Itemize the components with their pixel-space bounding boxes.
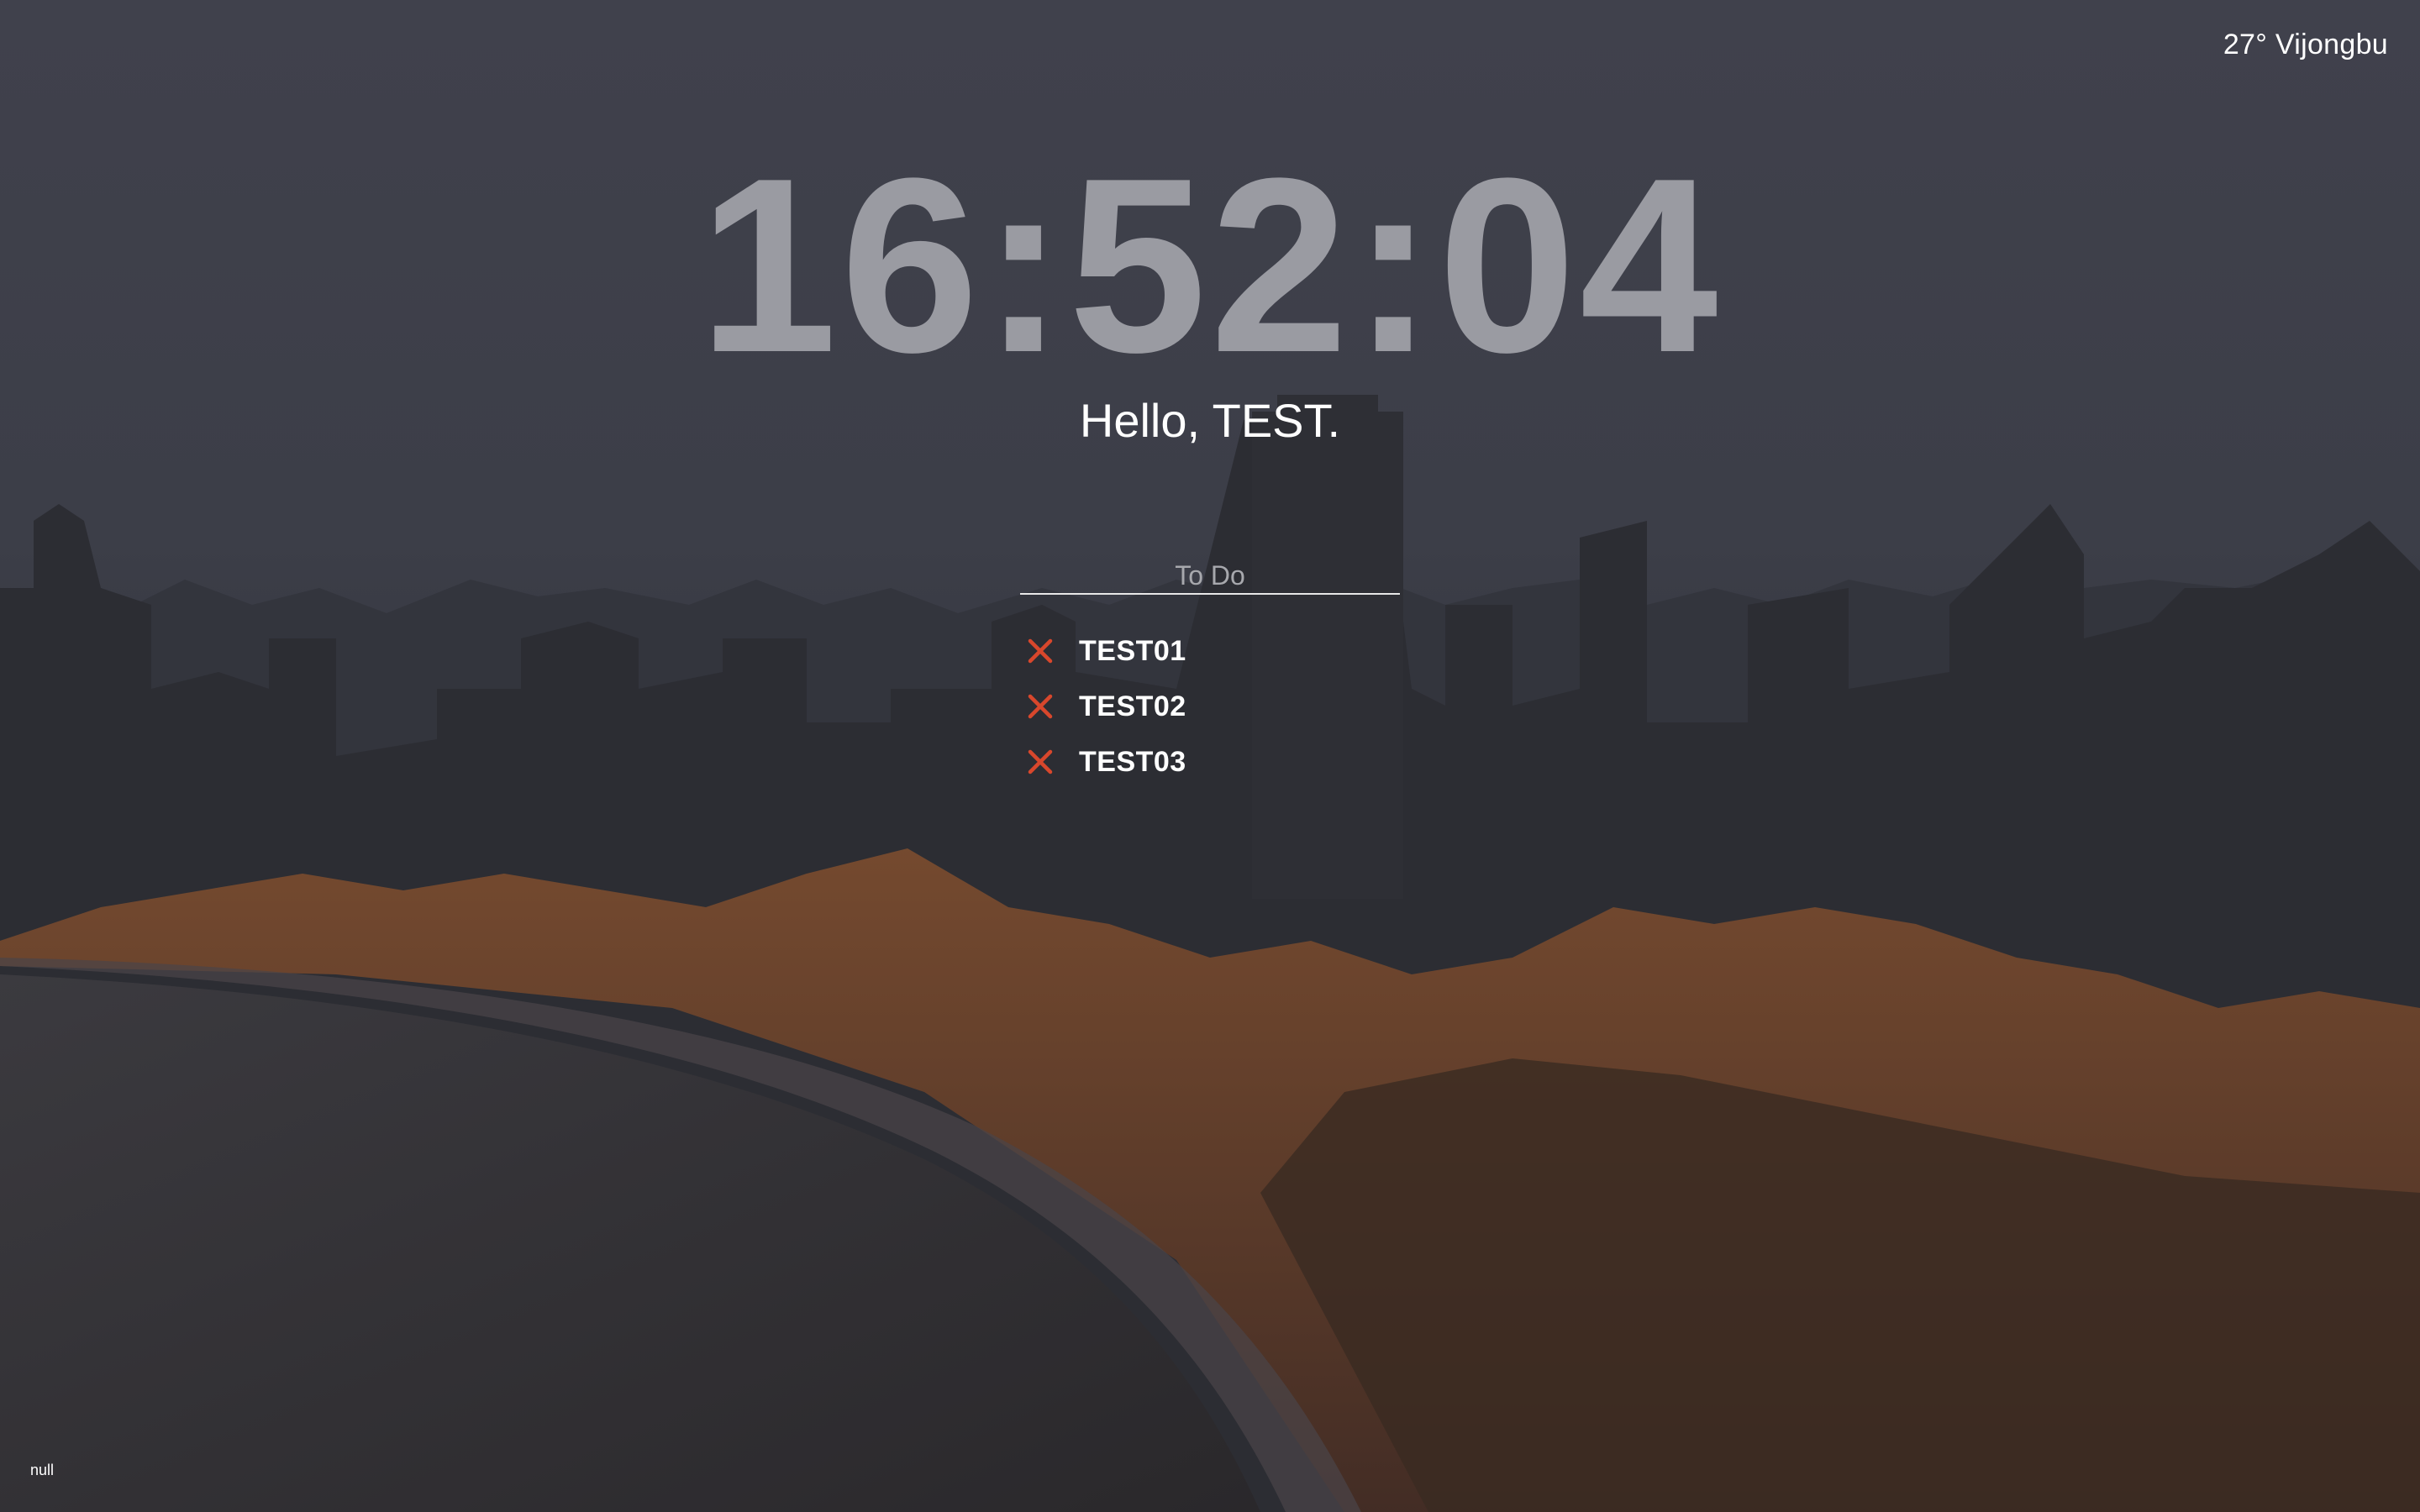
close-x-icon: [1028, 749, 1053, 774]
delete-todo-button[interactable]: [1023, 690, 1057, 723]
weather-label: 27° Vijongbu: [2223, 29, 2388, 60]
todo-item: TEST03: [1023, 734, 1186, 790]
todo-list: TEST01 TEST02 TEST03: [1023, 623, 1186, 790]
todo-item: TEST02: [1023, 679, 1186, 734]
todo-label: TEST01: [1079, 634, 1186, 667]
close-x-icon: [1028, 638, 1053, 664]
clock-time: 16:52:04: [698, 126, 1722, 404]
todo-label: TEST03: [1079, 745, 1186, 778]
todo-label: TEST02: [1079, 690, 1186, 722]
delete-todo-button[interactable]: [1023, 634, 1057, 668]
greeting-text: Hello, TEST.: [1079, 394, 1341, 447]
todo-input[interactable]: [1020, 558, 1400, 595]
close-x-icon: [1028, 694, 1053, 719]
quote-text: null: [30, 1462, 55, 1478]
delete-todo-button[interactable]: [1023, 745, 1057, 779]
todo-item: TEST01: [1023, 623, 1186, 679]
todo-form: [1020, 558, 1400, 595]
